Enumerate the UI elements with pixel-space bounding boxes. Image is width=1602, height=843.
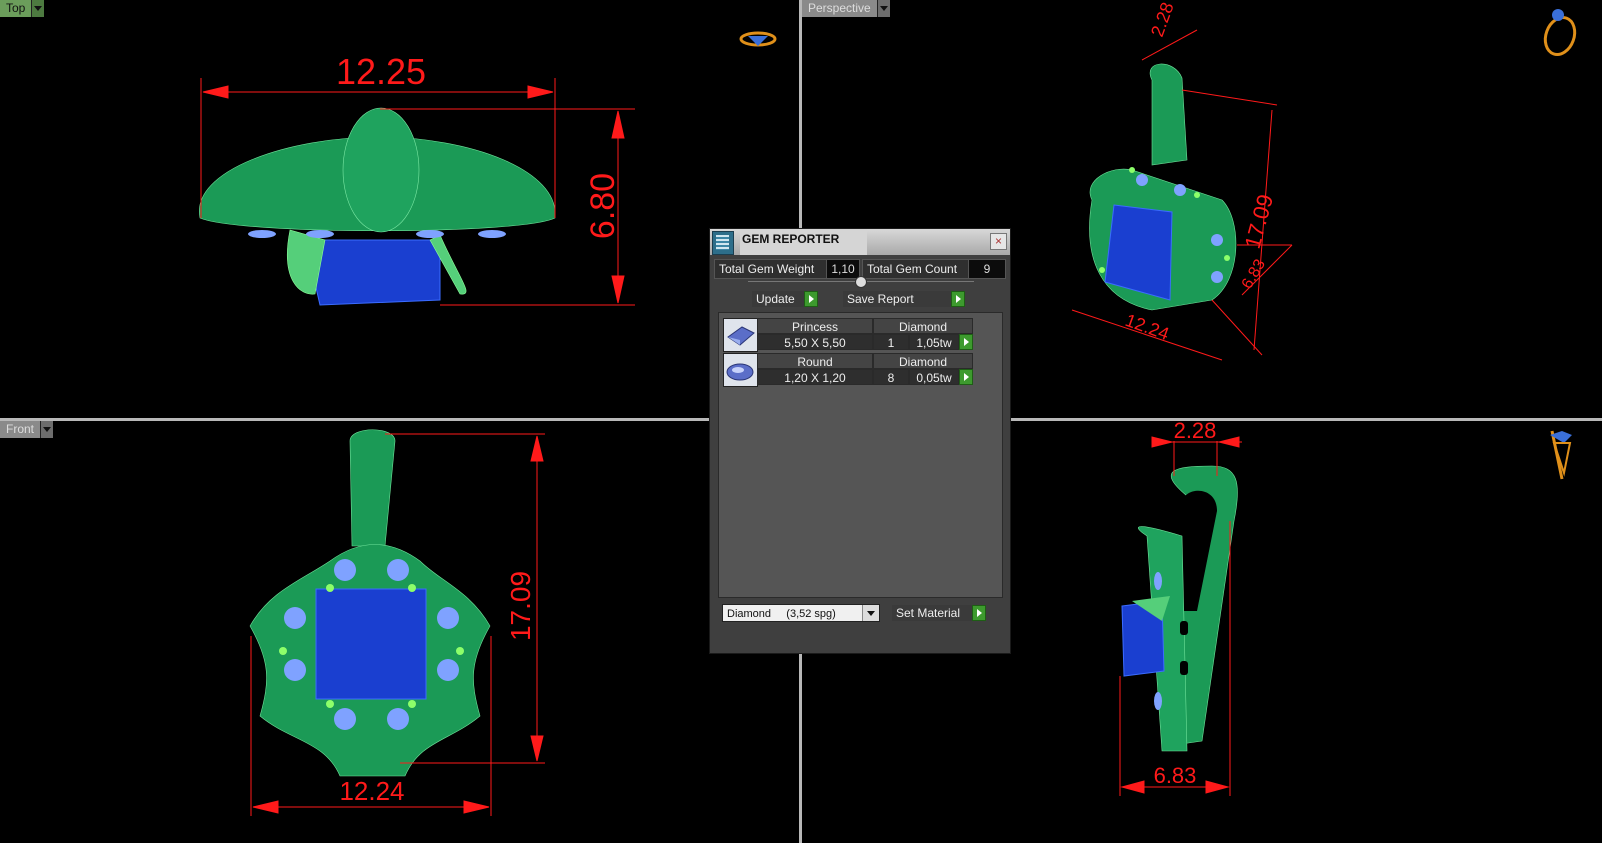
material-select-value: Diamond (3,52 spg)	[727, 608, 836, 620]
gem-count: 8	[873, 369, 909, 385]
gem-material: Diamond	[873, 353, 973, 369]
gem-reporter-panel: GEM REPORTER × Total Gem Weight 1,10 Tot…	[709, 228, 1011, 654]
material-select[interactable]: Diamond (3,52 spg)	[722, 604, 880, 622]
close-icon[interactable]: ×	[990, 233, 1007, 250]
dim-front-width: 12.24	[339, 776, 404, 806]
dim-side-depth: 6.83	[1154, 763, 1197, 788]
save-report-button-label: Save Report	[847, 292, 914, 306]
dim-persp-height: 17.09	[1240, 192, 1278, 252]
gem-weight: 0,05tw	[909, 369, 959, 385]
front-view-canvas: 17.09 12.24	[249, 429, 545, 816]
gem-cut: Round	[757, 353, 873, 369]
viewport-top[interactable]: Top 12.25 6.80	[0, 0, 799, 418]
panel-splitter-handle[interactable]	[855, 276, 867, 288]
total-gem-count-value: 9	[968, 259, 1006, 279]
gem-select-arrow-icon[interactable]	[959, 369, 973, 385]
viewport-front-label[interactable]: Front	[0, 421, 54, 438]
viewport-perspective-title: Perspective	[802, 0, 877, 17]
gem-list: Princess Diamond 5,50 X 5,50 1 1,05tw Ro…	[718, 312, 1003, 598]
princess-gem-icon	[723, 318, 758, 352]
pendant-perspective-model	[1089, 63, 1237, 311]
dim-persp-bail: 2.28	[1147, 0, 1178, 39]
gem-count: 1	[873, 334, 909, 350]
dim-persp-width: 12.24	[1123, 310, 1172, 344]
viewport-front-dropdown[interactable]	[40, 421, 54, 438]
top-view-canvas: 12.25 6.80	[199, 31, 777, 306]
viewport-perspective-dropdown[interactable]	[876, 0, 890, 17]
dim-side-bail: 2.28	[1174, 421, 1217, 443]
gem-reporter-icon	[712, 231, 734, 255]
play-arrow-icon	[804, 291, 818, 307]
set-material-button[interactable]: Set Material	[892, 605, 986, 621]
dim-persp-depth: 6.83	[1239, 256, 1269, 292]
gem-size: 1,20 X 1,20	[757, 369, 873, 385]
pendant-front-model	[249, 429, 491, 777]
gem-row-round[interactable]: Round Diamond 1,20 X 1,20 8 0,05tw	[723, 353, 977, 387]
play-arrow-icon	[951, 291, 965, 307]
chevron-down-icon[interactable]	[862, 605, 879, 621]
update-button-label: Update	[756, 292, 795, 306]
viewport-perspective-label[interactable]: Perspective	[802, 0, 890, 17]
pendant-side-model	[1121, 465, 1238, 752]
total-gem-weight-label: Total Gem Weight	[714, 259, 828, 279]
dim-front-height: 17.09	[505, 571, 536, 641]
gem-cut: Princess	[757, 318, 873, 334]
play-arrow-icon	[972, 605, 986, 621]
dim-top-width: 12.25	[336, 51, 426, 92]
viewport-top-title: Top	[0, 0, 32, 17]
update-button[interactable]: Update	[752, 291, 818, 307]
view-cube-icon[interactable]	[1540, 9, 1579, 59]
viewport-top-label[interactable]: Top	[0, 0, 45, 17]
gem-weight: 1,05tw	[909, 334, 959, 350]
view-cube-icon[interactable]	[739, 31, 777, 47]
total-gem-count-label: Total Gem Count	[862, 259, 970, 279]
dim-top-height: 6.80	[584, 173, 622, 239]
viewport-front-title: Front	[0, 421, 41, 438]
gem-reporter-title: GEM REPORTER	[740, 229, 867, 255]
total-gem-weight-value: 1,10	[826, 259, 860, 279]
viewport-front[interactable]: Front 17.09 12.24	[0, 421, 799, 843]
gem-material: Diamond	[873, 318, 973, 334]
gem-size: 5,50 X 5,50	[757, 334, 873, 350]
gem-select-arrow-icon[interactable]	[959, 334, 973, 350]
set-material-button-label: Set Material	[896, 606, 961, 620]
view-cube-icon[interactable]	[1550, 430, 1572, 480]
viewport-top-dropdown[interactable]	[31, 0, 45, 17]
pendant-top-model	[199, 107, 556, 306]
gem-row-princess[interactable]: Princess Diamond 5,50 X 5,50 1 1,05tw	[723, 318, 977, 352]
save-report-button[interactable]: Save Report	[843, 291, 965, 307]
round-gem-icon	[723, 353, 758, 387]
gem-reporter-titlebar[interactable]: GEM REPORTER ×	[710, 229, 1010, 255]
